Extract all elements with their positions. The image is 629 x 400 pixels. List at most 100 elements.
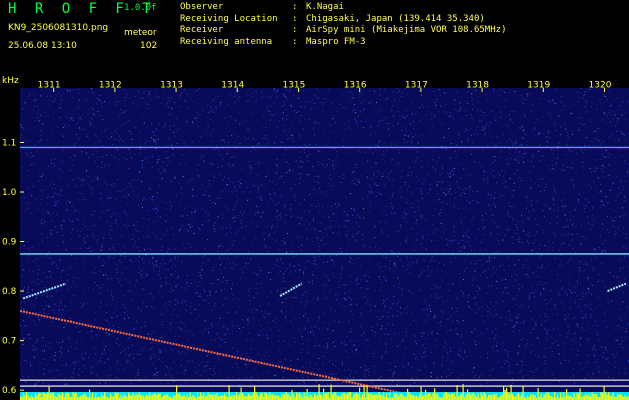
noise-pixel [592, 270, 594, 271]
noise-pixel [62, 269, 63, 271]
noise-pixel [187, 340, 189, 342]
noise-pixel [204, 365, 206, 367]
noise-pixel [256, 309, 258, 311]
noise-pixel [156, 161, 158, 163]
noise-pixel [267, 96, 269, 98]
noise-pixel [220, 102, 222, 104]
noise-pixel [107, 127, 109, 129]
noise-pixel [481, 315, 483, 317]
noise-pixel [372, 356, 374, 357]
noise-pixel [506, 229, 508, 231]
noise-pixel [197, 175, 199, 177]
noise-pixel [153, 269, 155, 271]
noise-pixel [439, 181, 441, 183]
noise-pixel [142, 199, 144, 201]
noise-pixel [476, 286, 478, 288]
noise-pixel [69, 310, 71, 311]
noise-pixel [116, 264, 118, 266]
noise-pixel [218, 337, 220, 339]
noise-pixel [530, 179, 532, 181]
noise-pixel [41, 173, 43, 175]
noise-pixel [154, 377, 155, 379]
noise-pixel [207, 187, 209, 189]
noise-pixel [577, 350, 579, 352]
noise-pixel [428, 269, 430, 271]
noise-pixel [244, 265, 246, 267]
noise-pixel [223, 355, 225, 357]
noise-pixel [442, 311, 444, 313]
noise-pixel [575, 226, 577, 228]
noise-pixel [273, 90, 275, 91]
noise-pixel [539, 314, 541, 316]
noise-pixel [345, 344, 347, 345]
noise-pixel [533, 242, 534, 244]
noise-pixel [618, 230, 620, 231]
noise-pixel [230, 115, 232, 117]
noise-pixel [515, 304, 517, 306]
noise-pixel [615, 361, 617, 363]
noise-pixel [317, 149, 318, 151]
noise-pixel [114, 138, 116, 140]
noise-pixel [462, 189, 464, 191]
noise-pixel [100, 287, 102, 289]
noise-pixel [405, 110, 407, 112]
noise-pixel [559, 265, 561, 267]
noise-pixel [403, 139, 405, 140]
noise-pixel [360, 279, 362, 281]
noise-pixel [107, 210, 108, 212]
noise-pixel [34, 95, 36, 97]
noise-pixel [601, 201, 603, 203]
noise-pixel [494, 197, 496, 199]
noise-pixel [392, 207, 393, 209]
noise-pixel [537, 199, 539, 201]
noise-pixel [301, 173, 303, 175]
noise-pixel [286, 268, 288, 270]
noise-pixel [385, 280, 387, 282]
noise-pixel [597, 128, 598, 130]
noise-pixel [315, 264, 317, 266]
noise-pixel [192, 195, 194, 197]
noise-pixel [290, 365, 292, 366]
noise-pixel [83, 365, 85, 366]
noise-pixel [67, 200, 69, 201]
noise-pixel [101, 167, 103, 168]
noise-pixel [447, 284, 449, 286]
noise-pixel [315, 143, 317, 145]
noise-pixel [571, 239, 573, 241]
noise-pixel [33, 350, 35, 351]
noise-pixel [147, 226, 149, 228]
noise-pixel [295, 161, 297, 163]
noise-pixel [495, 119, 497, 121]
noise-pixel [41, 199, 42, 201]
noise-pixel [62, 341, 63, 343]
noise-pixel [70, 286, 72, 288]
noise-pixel [490, 197, 492, 199]
noise-pixel [283, 104, 285, 106]
noise-pixel [521, 130, 523, 132]
noise-pixel [280, 361, 282, 363]
noise-pixel [360, 111, 362, 113]
noise-pixel [492, 332, 494, 334]
noise-pixel [123, 246, 125, 248]
noise-pixel [142, 302, 144, 304]
noise-pixel [332, 329, 334, 331]
noise-pixel [330, 382, 332, 384]
noise-pixel [341, 267, 343, 269]
noise-pixel [469, 307, 471, 309]
noise-pixel [143, 142, 145, 144]
noise-pixel [415, 340, 416, 342]
noise-pixel [41, 295, 43, 296]
noise-pixel [219, 244, 221, 246]
noise-pixel [116, 338, 118, 340]
noise-pixel [360, 287, 362, 289]
noise-pixel [338, 251, 340, 253]
noise-pixel [559, 260, 561, 262]
noise-pixel [49, 347, 51, 348]
noise-pixel [57, 126, 58, 128]
noise-pixel [251, 376, 253, 378]
noise-pixel [146, 90, 148, 92]
noise-pixel [400, 119, 402, 121]
noise-pixel [118, 113, 120, 115]
noise-pixel [360, 312, 362, 314]
noise-pixel [117, 359, 119, 361]
